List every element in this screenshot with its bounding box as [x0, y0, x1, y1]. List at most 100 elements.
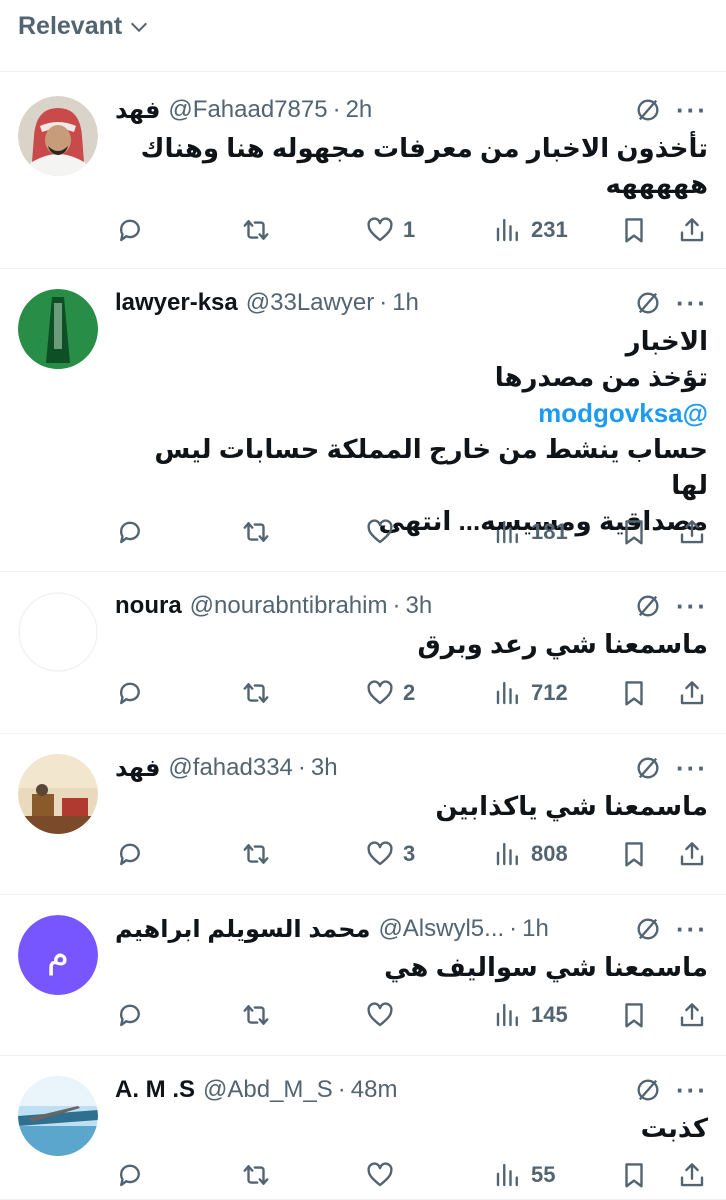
bookmark-icon	[619, 517, 649, 547]
more-options-icon[interactable]: ···	[676, 290, 708, 316]
avatar[interactable]	[18, 754, 98, 834]
display-name[interactable]: فهد	[115, 754, 160, 783]
timestamp[interactable]: 3h	[405, 592, 432, 620]
timestamp[interactable]: 1h	[522, 915, 549, 943]
reply-button[interactable]	[115, 215, 145, 245]
retweet-button[interactable]	[241, 1160, 271, 1190]
like-button[interactable]	[365, 1160, 403, 1190]
share-button[interactable]	[677, 1000, 707, 1030]
views-button[interactable]: 712	[493, 678, 568, 708]
reply-tweet[interactable]: noura @nourabntibrahim · 3h ··· ماسمعنا شي رع…	[0, 572, 726, 734]
user-handle[interactable]: @nourabntibrahim	[190, 592, 388, 620]
sort-dropdown[interactable]: Relevant	[18, 12, 150, 41]
avatar-letter-icon: م	[18, 915, 98, 995]
share-button[interactable]	[677, 215, 707, 245]
user-handle[interactable]: @fahad334	[168, 754, 292, 782]
timestamp[interactable]: 48m	[351, 1076, 398, 1104]
retweet-icon	[241, 517, 271, 547]
bookmark-button[interactable]	[619, 1000, 649, 1030]
tweet-text: كذبت	[115, 1110, 708, 1146]
heart-icon	[365, 839, 395, 869]
bookmark-button[interactable]	[619, 215, 649, 245]
more-options-icon[interactable]: ···	[676, 916, 708, 942]
views-button[interactable]: 145	[493, 1000, 568, 1030]
user-handle[interactable]: @Abd_M_S	[203, 1076, 333, 1104]
views-button[interactable]: 231	[493, 215, 568, 245]
reply-button[interactable]	[115, 1160, 145, 1190]
grok-icon[interactable]	[634, 592, 662, 620]
share-icon	[677, 517, 707, 547]
views-button[interactable]: 55	[493, 1160, 555, 1190]
mention-link[interactable]: @modgovksa	[115, 395, 708, 431]
grok-icon[interactable]	[634, 96, 662, 124]
views-button[interactable]: 808	[493, 839, 568, 869]
share-button[interactable]	[677, 678, 707, 708]
retweet-button[interactable]	[241, 1000, 271, 1030]
avatar[interactable]	[18, 592, 98, 672]
like-count: 1	[403, 217, 416, 242]
timestamp[interactable]: 1h	[392, 289, 419, 317]
bookmark-button[interactable]	[619, 1160, 649, 1190]
share-button[interactable]	[677, 517, 707, 547]
avatar[interactable]	[18, 1076, 98, 1156]
display-name[interactable]: lawyer-ksa	[115, 289, 238, 317]
like-button[interactable]: 3	[365, 839, 415, 869]
retweet-button[interactable]	[241, 839, 271, 869]
display-name[interactable]: فهد	[115, 96, 160, 125]
tweet-text-line: الاخبار	[625, 326, 708, 356]
bookmark-icon	[619, 1000, 649, 1030]
reply-tweet[interactable]: فهد @fahad334 · 3h ··· ماسمعنا شي ياكذابين 3 80…	[0, 734, 726, 895]
display-name[interactable]: محمد السويلم ابراهيم	[115, 915, 370, 944]
action-bar: 181	[115, 515, 710, 549]
avatar[interactable]	[18, 289, 98, 369]
like-button[interactable]: 2	[365, 678, 415, 708]
retweet-button[interactable]	[241, 215, 271, 245]
reply-button[interactable]	[115, 678, 145, 708]
user-handle[interactable]: @Alswyl5...	[378, 915, 504, 943]
bar-chart-icon	[493, 1000, 523, 1030]
retweet-button[interactable]	[241, 517, 271, 547]
tweet-text-line: ماسمعنا شي ياكذابين	[435, 791, 708, 821]
views-button[interactable]: 181	[493, 517, 568, 547]
view-count: 145	[531, 1002, 568, 1027]
user-handle[interactable]: @Fahaad7875	[168, 96, 327, 124]
share-button[interactable]	[677, 1160, 707, 1190]
grok-icon[interactable]	[634, 754, 662, 782]
bookmark-button[interactable]	[619, 839, 649, 869]
retweet-icon	[241, 1000, 271, 1030]
grok-icon[interactable]	[634, 289, 662, 317]
retweet-button[interactable]	[241, 678, 271, 708]
like-button[interactable]	[365, 517, 403, 547]
avatar[interactable]: م	[18, 915, 98, 995]
reply-button[interactable]	[115, 517, 145, 547]
bookmark-icon	[619, 215, 649, 245]
bookmark-button[interactable]	[619, 517, 649, 547]
display-name[interactable]: A. M .S	[115, 1076, 195, 1104]
user-handle[interactable]: @33Lawyer	[246, 289, 374, 317]
reply-button[interactable]	[115, 839, 145, 869]
reply-button[interactable]	[115, 1000, 145, 1030]
share-icon	[677, 215, 707, 245]
more-options-icon[interactable]: ···	[676, 593, 708, 619]
share-button[interactable]	[677, 839, 707, 869]
reply-tweet[interactable]: فهد @Fahaad7875 · 2h ··· تأخذون الاخبار من مع…	[0, 72, 726, 269]
avatar-photo-icon	[18, 754, 98, 834]
like-button[interactable]: 1	[365, 215, 415, 245]
avatar-photo-icon	[18, 289, 98, 369]
more-options-icon[interactable]: ···	[676, 755, 708, 781]
reply-tweet[interactable]: A. M .S @Abd_M_S · 48m ··· كذبت 55	[0, 1056, 726, 1200]
more-options-icon[interactable]: ···	[676, 1077, 708, 1103]
grok-icon[interactable]	[634, 1076, 662, 1104]
more-options-icon[interactable]: ···	[676, 97, 708, 123]
grok-icon[interactable]	[634, 915, 662, 943]
bookmark-button[interactable]	[619, 678, 649, 708]
share-icon	[677, 839, 707, 869]
display-name[interactable]: noura	[115, 592, 182, 620]
timestamp[interactable]: 2h	[346, 96, 373, 124]
reply-tweet[interactable]: lawyer-ksa @33Lawyer · 1h ··· الاخبار تؤخذ من …	[0, 269, 726, 572]
reply-tweet[interactable]: م محمد السويلم ابراهيم @Alswyl5... · 1h ··· ما…	[0, 895, 726, 1056]
action-bar: 55	[115, 1158, 710, 1192]
timestamp[interactable]: 3h	[311, 754, 338, 782]
avatar[interactable]	[18, 96, 98, 176]
like-button[interactable]	[365, 1000, 403, 1030]
